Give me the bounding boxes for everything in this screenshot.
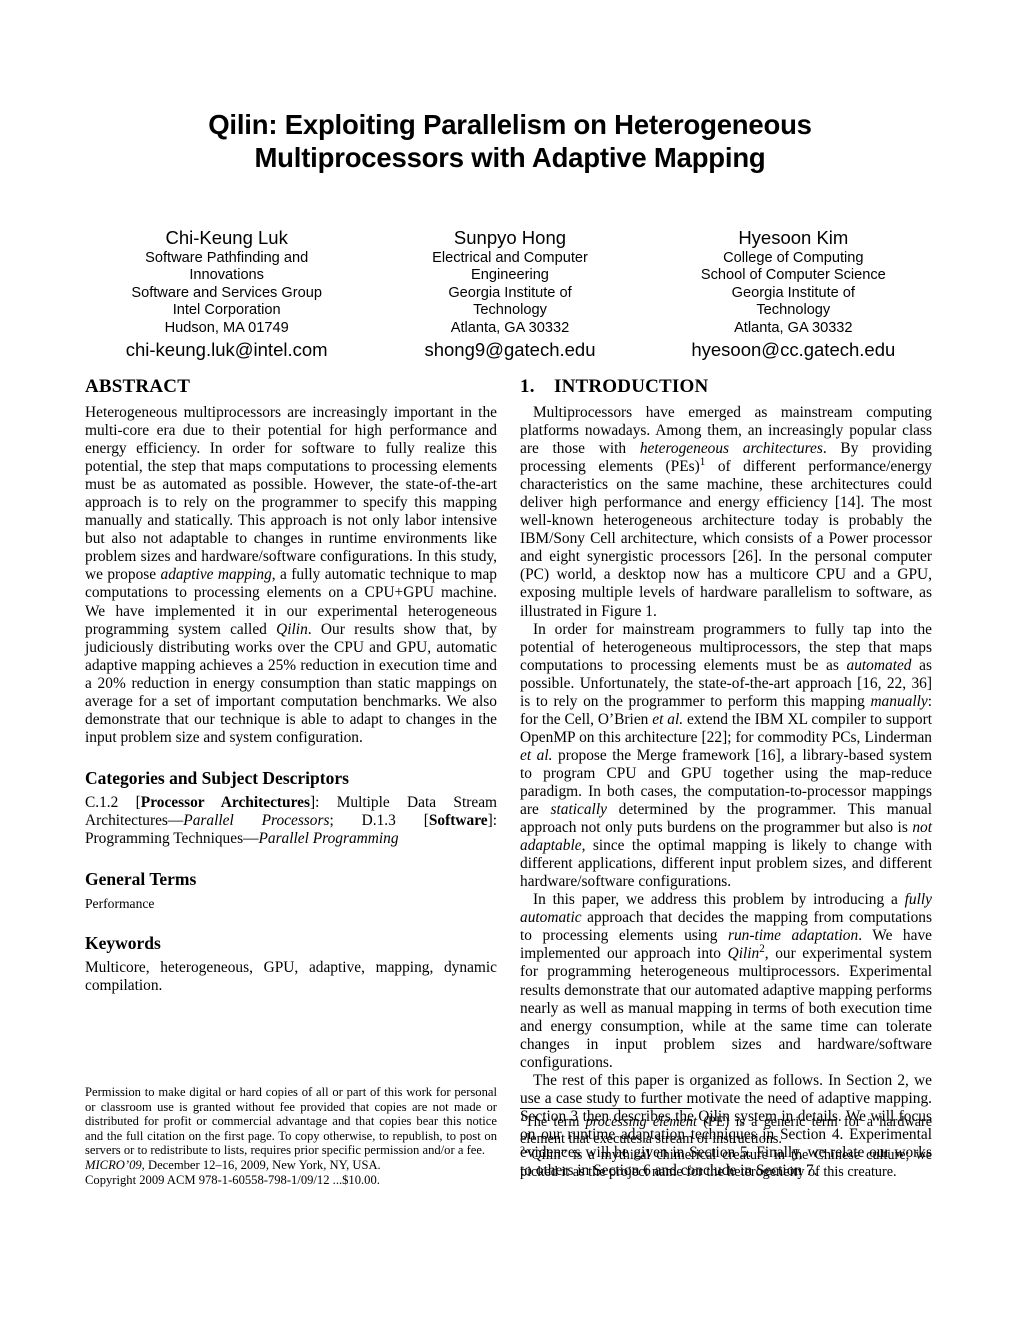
author-email[interactable]: hyesoon@cc.gatech.edu: [652, 338, 935, 361]
intro-paragraph-3: In this paper, we address this problem b…: [520, 891, 932, 1071]
author-name: Chi-Keung Luk: [165, 227, 288, 248]
conference-details: , December 12–16, 2009, New York, NY, US…: [141, 1157, 381, 1172]
categories-text-e: ; D.1.3 [: [329, 811, 429, 829]
author-affiliation-line: Technology: [756, 302, 831, 319]
general-terms-text: Performance: [85, 896, 155, 912]
author-column-2: Sunpyo Hong Electrical and Computer Engi…: [368, 226, 651, 361]
author-column-1: Chi-Keung Luk Software Pathfinding and I…: [85, 226, 368, 361]
author-name: Sunpyo Hong: [453, 227, 567, 248]
categories-heading: Categories and Subject Descriptors: [85, 767, 349, 788]
footnote-2: 2“Qilin” is a mythical chimerical creatu…: [520, 1146, 932, 1180]
title-line-2: Multiprocessors with Adaptive Mapping: [254, 142, 766, 173]
keywords-text: Multicore, heterogeneous, GPU, adaptive,…: [85, 959, 497, 995]
copyright-line: Copyright 2009 ACM 978-1-60558-798-1/09/…: [85, 1172, 380, 1187]
footnote-separator: [520, 1108, 692, 1109]
author-affiliation-line: Georgia Institute of: [731, 284, 855, 301]
footnote-block: 1The term processing element (PE) is a g…: [520, 1108, 932, 1180]
abstract-text-3: . Our results show that, by judiciously …: [85, 620, 497, 746]
page-title: Qilin: Exploiting Parallelism on Heterog…: [85, 108, 935, 174]
author-affiliation-line: Electrical and Computer: [432, 250, 588, 266]
general-terms-heading: General Terms: [85, 869, 197, 890]
intro-paragraph-1: Multiprocessors have emerged as mainstre…: [520, 404, 932, 621]
title-block: Qilin: Exploiting Parallelism on Heterog…: [85, 108, 935, 174]
categories-term-2: Software: [428, 811, 488, 829]
author-affiliation-line: Georgia Institute of: [448, 284, 572, 301]
intro-p3-text-a: In this paper, we address this problem b…: [533, 891, 905, 909]
author-email[interactable]: chi-keung.luk@intel.com: [85, 338, 368, 361]
categories-subterm-1: Parallel Processors: [183, 811, 330, 829]
footnote-1-emphasis: processing element: [585, 1114, 697, 1130]
author-column-3: Hyesoon Kim College of Computing School …: [652, 226, 935, 361]
intro-p2-emphasis-4: et al.: [520, 746, 553, 764]
keywords-heading: Keywords: [85, 933, 161, 954]
author-name: Hyesoon Kim: [738, 227, 849, 248]
right-column: 1. INTRODUCTION Multiprocessors have emer…: [520, 376, 932, 1180]
author-affiliation-line: College of Computing: [723, 250, 864, 266]
author-affiliation-line: Technology: [473, 302, 547, 319]
categories-text-a: C.1.2 [: [85, 793, 141, 811]
introduction-heading: 1. INTRODUCTION: [520, 376, 932, 398]
intro-p2-emphasis-1: automated: [846, 656, 912, 674]
abstract-heading: ABSTRACT: [85, 376, 191, 397]
categories-term-1: Processor Architectures: [140, 793, 310, 811]
author-affiliation-line: Software Pathfinding and: [145, 250, 309, 266]
section-number: 1.: [520, 376, 535, 397]
author-affiliation-line: School of Computer Science: [700, 267, 886, 284]
paper-page: Qilin: Exploiting Parallelism on Heterog…: [0, 0, 1020, 1320]
permission-text: Permission to make digital or hard copie…: [85, 1085, 497, 1158]
categories-subterm-2: Parallel Programming: [258, 829, 399, 847]
intro-p2-emphasis-2: manually: [870, 692, 928, 710]
intro-p2-emphasis-3: et al.: [652, 710, 684, 728]
copyright-notice: Permission to make digital or hard copie…: [85, 1085, 497, 1187]
section-title: INTRODUCTION: [554, 376, 709, 397]
author-affiliation-line: Engineering: [471, 267, 549, 284]
footnote-1: 1The term processing element (PE) is a g…: [520, 1113, 932, 1147]
footnote-1-text-a: The term: [525, 1114, 586, 1130]
author-block: Chi-Keung Luk Software Pathfinding and I…: [85, 226, 935, 361]
author-affiliation-line: Intel Corporation: [172, 302, 281, 319]
intro-paragraph-2: In order for mainstream programmers to f…: [520, 621, 932, 892]
abstract-paragraph: Heterogeneous multiprocessors are increa…: [85, 404, 497, 747]
intro-p1-text-c: of different performance/energy characte…: [520, 458, 933, 620]
abstract-emphasis-1: adaptive mapping: [160, 566, 272, 584]
intro-p2-text-g: , since the optimal mapping is likely to…: [520, 837, 932, 891]
abstract-emphasis-2: Qilin: [276, 620, 308, 638]
author-affiliation-line: Atlanta, GA 30332: [450, 319, 570, 336]
intro-p3-emphasis-3: Qilin: [727, 945, 760, 963]
intro-p2-emphasis-5: statically: [550, 801, 607, 819]
categories-paragraph: C.1.2 [Processor Architectures]: Multipl…: [85, 794, 497, 848]
conference-line: MICRO’09, December 12–16, 2009, New York…: [85, 1158, 497, 1173]
author-email[interactable]: shong9@gatech.edu: [368, 338, 651, 361]
intro-p3-emphasis-2: run-time adaptation: [727, 927, 859, 945]
title-line-1: Qilin: Exploiting Parallelism on Heterog…: [208, 109, 812, 140]
author-affiliation-line: Hudson, MA 01749: [164, 319, 289, 336]
conference-name: MICRO’09: [85, 1157, 142, 1172]
author-affiliation-line: Software and Services Group: [131, 284, 322, 301]
intro-p1-emphasis-1: heterogeneous architectures: [639, 440, 823, 458]
author-affiliation-line: Innovations: [189, 267, 264, 284]
intro-p3-text-d: , our experimental system for programmin…: [520, 945, 932, 1071]
footnote-2-text: “Qilin” is a mythical chimerical creatur…: [520, 1147, 932, 1180]
abstract-text-1: Heterogeneous multiprocessors are increa…: [85, 404, 497, 584]
author-affiliation-line: Atlanta, GA 30332: [734, 319, 853, 336]
left-column: ABSTRACT Heterogeneous multiprocessors a…: [85, 376, 497, 995]
